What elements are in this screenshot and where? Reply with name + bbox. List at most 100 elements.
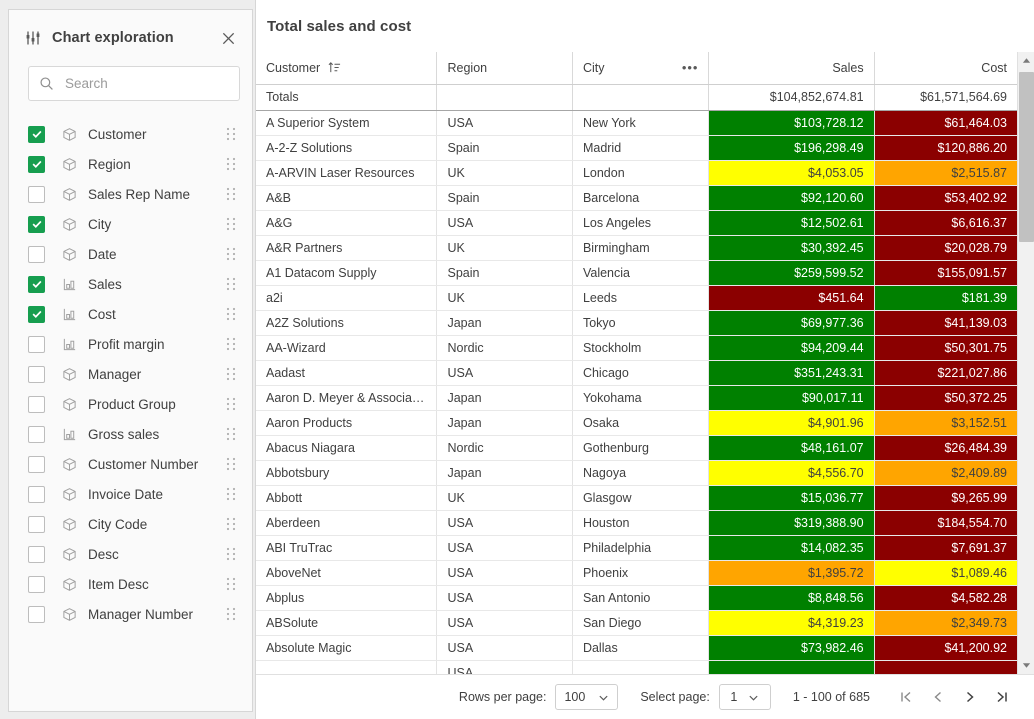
field-row[interactable]: Sales Rep Name: [9, 179, 252, 209]
app-root: Chart exploration CustomerRegionSales Re…: [0, 0, 1034, 719]
cell-region: Spain: [437, 185, 572, 210]
field-checkbox[interactable]: [28, 546, 45, 563]
field-row[interactable]: Region: [9, 149, 252, 179]
table-row[interactable]: A-2-Z SolutionsSpainMadrid$196,298.49$12…: [256, 135, 1017, 160]
table-row[interactable]: AbbotsburyJapanNagoya$4,556.70$2,409.89: [256, 460, 1017, 485]
table-row[interactable]: USA: [256, 660, 1017, 674]
column-header-cost[interactable]: Cost: [874, 52, 1017, 84]
table-row[interactable]: ABSoluteUSASan Diego$4,319.23$2,349.73: [256, 610, 1017, 635]
drag-handle-icon[interactable]: [226, 337, 236, 351]
field-checkbox[interactable]: [28, 426, 45, 443]
table-row[interactable]: AadastUSAChicago$351,243.31$221,027.86: [256, 360, 1017, 385]
rows-per-page-select[interactable]: 100: [555, 684, 618, 710]
field-row[interactable]: Date: [9, 239, 252, 269]
drag-handle-icon[interactable]: [226, 397, 236, 411]
prev-page-icon[interactable]: [922, 683, 954, 711]
drag-handle-icon[interactable]: [226, 307, 236, 321]
field-row[interactable]: Manager Number: [9, 599, 252, 629]
close-icon[interactable]: [218, 28, 238, 48]
field-checkbox[interactable]: [28, 246, 45, 263]
chart-exploration-panel: Chart exploration CustomerRegionSales Re…: [8, 9, 253, 712]
search-input[interactable]: [63, 75, 229, 92]
drag-handle-icon[interactable]: [226, 607, 236, 621]
field-row[interactable]: City Code: [9, 509, 252, 539]
field-checkbox[interactable]: [28, 156, 45, 173]
field-checkbox[interactable]: [28, 336, 45, 353]
scrollbar-thumb[interactable]: [1019, 72, 1034, 242]
search-box[interactable]: [28, 66, 240, 101]
scroll-down-icon[interactable]: [1018, 657, 1034, 674]
field-checkbox[interactable]: [28, 366, 45, 383]
field-row[interactable]: Invoice Date: [9, 479, 252, 509]
table-row[interactable]: AA-WizardNordicStockholm$94,209.44$50,30…: [256, 335, 1017, 360]
field-checkbox[interactable]: [28, 576, 45, 593]
table-row[interactable]: A2Z SolutionsJapanTokyo$69,977.36$41,139…: [256, 310, 1017, 335]
table-row[interactable]: A Superior SystemUSANew York$103,728.12$…: [256, 110, 1017, 135]
drag-handle-icon[interactable]: [226, 247, 236, 261]
last-page-icon[interactable]: [986, 683, 1018, 711]
column-menu-icon[interactable]: •••: [682, 63, 699, 73]
field-row[interactable]: Item Desc: [9, 569, 252, 599]
table-row[interactable]: A&GUSALos Angeles$12,502.61$6,616.37: [256, 210, 1017, 235]
field-checkbox[interactable]: [28, 486, 45, 503]
table-row[interactable]: A-ARVIN Laser ResourcesUKLondon$4,053.05…: [256, 160, 1017, 185]
drag-handle-icon[interactable]: [226, 427, 236, 441]
field-row[interactable]: Gross sales: [9, 419, 252, 449]
table-row[interactable]: AboveNetUSAPhoenix$1,395.72$1,089.46: [256, 560, 1017, 585]
column-header-city[interactable]: City •••: [572, 52, 709, 84]
drag-handle-icon[interactable]: [226, 277, 236, 291]
select-page-select[interactable]: 1: [719, 684, 771, 710]
field-checkbox[interactable]: [28, 276, 45, 293]
table-row[interactable]: Abacus NiagaraNordicGothenburg$48,161.07…: [256, 435, 1017, 460]
column-header-customer[interactable]: Customer: [256, 52, 437, 84]
drag-handle-icon[interactable]: [226, 547, 236, 561]
field-checkbox[interactable]: [28, 396, 45, 413]
field-row[interactable]: Desc: [9, 539, 252, 569]
next-page-icon[interactable]: [954, 683, 986, 711]
field-checkbox[interactable]: [28, 126, 45, 143]
table-row[interactable]: ABI TruTracUSAPhiladelphia$14,082.35$7,6…: [256, 535, 1017, 560]
field-row[interactable]: Profit margin: [9, 329, 252, 359]
drag-handle-icon[interactable]: [226, 367, 236, 381]
first-page-icon[interactable]: [890, 683, 922, 711]
table-row[interactable]: Absolute MagicUSADallas$73,982.46$41,200…: [256, 635, 1017, 660]
cell-region: Spain: [437, 135, 572, 160]
field-checkbox[interactable]: [28, 456, 45, 473]
drag-handle-icon[interactable]: [226, 577, 236, 591]
field-row[interactable]: Product Group: [9, 389, 252, 419]
table-row[interactable]: Aaron D. Meyer & AssociatesJapanYokohama…: [256, 385, 1017, 410]
field-row[interactable]: Customer: [9, 119, 252, 149]
sort-ascending-icon[interactable]: [328, 61, 341, 74]
field-row[interactable]: Manager: [9, 359, 252, 389]
column-header-sales[interactable]: Sales: [709, 52, 874, 84]
drag-handle-icon[interactable]: [226, 487, 236, 501]
drag-handle-icon[interactable]: [226, 157, 236, 171]
drag-handle-icon[interactable]: [226, 217, 236, 231]
drag-handle-icon[interactable]: [226, 127, 236, 141]
field-row[interactable]: City: [9, 209, 252, 239]
table-row[interactable]: a2iUKLeeds$451.64$181.39: [256, 285, 1017, 310]
page-title: Total sales and cost: [256, 0, 1034, 52]
table-row[interactable]: A1 Datacom SupplySpainValencia$259,599.5…: [256, 260, 1017, 285]
column-header-region[interactable]: Region: [437, 52, 572, 84]
drag-handle-icon[interactable]: [226, 187, 236, 201]
table-row[interactable]: Aaron ProductsJapanOsaka$4,901.96$3,152.…: [256, 410, 1017, 435]
field-row[interactable]: Sales: [9, 269, 252, 299]
vertical-scrollbar[interactable]: [1017, 52, 1034, 674]
table-row[interactable]: A&BSpainBarcelona$92,120.60$53,402.92: [256, 185, 1017, 210]
field-checkbox[interactable]: [28, 216, 45, 233]
cell-cost: $221,027.86: [874, 360, 1017, 385]
table-row[interactable]: AbbottUKGlasgow$15,036.77$9,265.99: [256, 485, 1017, 510]
field-checkbox[interactable]: [28, 306, 45, 323]
field-checkbox[interactable]: [28, 606, 45, 623]
field-checkbox[interactable]: [28, 186, 45, 203]
table-row[interactable]: A&R PartnersUKBirmingham$30,392.45$20,02…: [256, 235, 1017, 260]
table-row[interactable]: AbplusUSASan Antonio$8,848.56$4,582.28: [256, 585, 1017, 610]
field-row[interactable]: Customer Number: [9, 449, 252, 479]
drag-handle-icon[interactable]: [226, 517, 236, 531]
field-checkbox[interactable]: [28, 516, 45, 533]
field-row[interactable]: Cost: [9, 299, 252, 329]
drag-handle-icon[interactable]: [226, 457, 236, 471]
table-row[interactable]: AberdeenUSAHouston$319,388.90$184,554.70: [256, 510, 1017, 535]
scroll-up-icon[interactable]: [1018, 52, 1034, 69]
